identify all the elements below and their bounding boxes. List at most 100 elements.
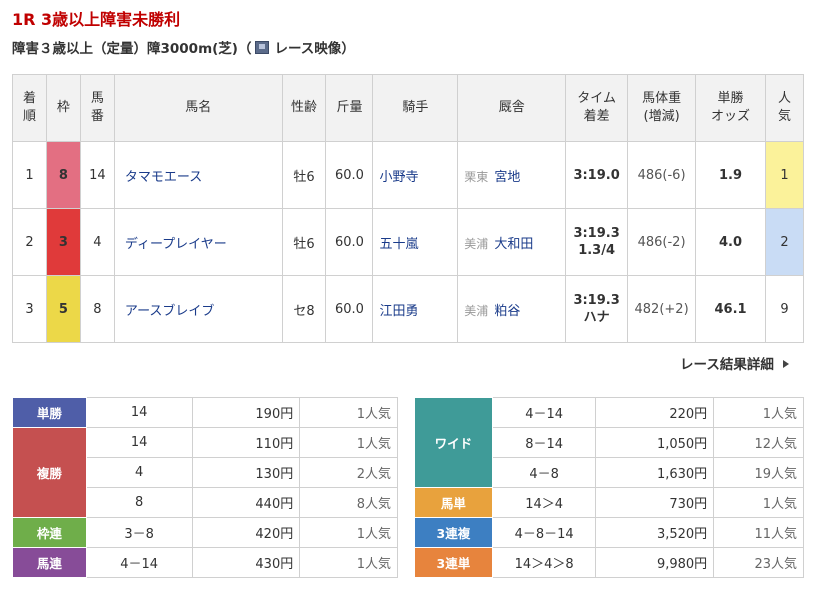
payout-label-fukusho: 複勝 <box>12 427 87 518</box>
header-popularity: 人気 <box>764 74 805 142</box>
jockey-cell: 江田勇 <box>372 275 459 343</box>
rank-cell: 2 <box>12 208 47 276</box>
result-row: 3 5 8 アースブレイブ セ8 60.0 江田勇 美浦 粕谷 3:19.3 ハナ … <box>12 275 805 343</box>
waku-cell: 5 <box>45 275 81 343</box>
payout-label-sanrentan: 3連単 <box>414 547 493 578</box>
header-jockey: 騎手 <box>372 74 459 142</box>
payout-row-sanrenpuku: 3連複 4－8－14 3,520円 11人気 <box>414 517 804 548</box>
payout-row-fukusho: 複勝 14 110円 1人気 <box>12 427 398 518</box>
horse-name-cell: ディープレイヤー <box>113 208 283 276</box>
header-sex-age: 性齢 <box>281 74 327 142</box>
header-umaban: 馬番 <box>79 74 115 142</box>
payout-combo: 14＞4＞8 <box>491 547 597 578</box>
payout-popularity: 11人気 <box>713 517 804 548</box>
payout-combo: 4－14 <box>85 547 193 578</box>
payout-label-sanrenpuku: 3連複 <box>414 517 493 548</box>
stable-cell: 栗東 宮地 <box>457 141 567 209</box>
race-conditions-text: 障害３歳以上（定量）障3000m(芝)（ <box>12 41 252 57</box>
payout-yen: 220円 <box>595 397 715 428</box>
payout-yen: 110円 <box>191 427 301 458</box>
payout-label-umaren: 馬連 <box>12 547 87 578</box>
triangle-right-icon <box>782 360 789 368</box>
payout-popularity: 1人気 <box>299 397 398 428</box>
time-cell: 3:19.3 1.3/4 <box>565 208 629 276</box>
payout-popularity: 1人気 <box>299 517 398 548</box>
header-weight: 斤量 <box>325 74 374 142</box>
payout-label-umatan: 馬単 <box>414 487 493 518</box>
trainer-link[interactable]: 大和田 <box>494 237 533 252</box>
payout-label-tansho: 単勝 <box>12 397 87 428</box>
payout-popularity: 12人気 <box>713 427 804 458</box>
payout-yen: 9,980円 <box>595 547 715 578</box>
header-waku: 枠 <box>45 74 81 142</box>
payout-label-wide: ワイド <box>414 397 493 488</box>
payout-label-wakuren: 枠連 <box>12 517 87 548</box>
jockey-link[interactable]: 五十嵐 <box>379 237 418 252</box>
horse-name-link[interactable]: アースブレイブ <box>125 304 215 319</box>
horse-name-link[interactable]: タマモエース <box>125 170 202 185</box>
payout-yen: 1,630円 <box>595 457 715 488</box>
payout-row-wakuren: 枠連 3－8 420円 1人気 <box>12 517 398 548</box>
payout-popularity: 19人気 <box>713 457 804 488</box>
body-weight-cell: 482(+2) <box>627 275 697 343</box>
odds-cell: 4.0 <box>695 208 766 276</box>
payout-combo: 14 <box>85 427 193 458</box>
rank-cell: 3 <box>12 275 47 343</box>
payout-popularity: 1人気 <box>299 547 398 578</box>
header-stable: 厩舎 <box>457 74 567 142</box>
stable-cell: 美浦 大和田 <box>457 208 567 276</box>
payout-yen: 190円 <box>191 397 301 428</box>
payout-combo: 4－8 <box>491 457 597 488</box>
jockey-link[interactable]: 小野寺 <box>379 170 418 185</box>
race-conditions: 障害３歳以上（定量）障3000m(芝)（ レース映像 ） <box>12 37 355 57</box>
header-odds: 単勝 オッズ <box>695 74 766 142</box>
payout-combo: 4 <box>85 457 193 488</box>
payout-popularity: 1人気 <box>713 397 804 428</box>
results-header-row: 着順 枠 馬番 馬名 性齢 斤量 騎手 厩舎 タイム 着差 馬体重 (増減) 単勝オ… <box>12 74 805 142</box>
waku-cell: 8 <box>45 141 81 209</box>
sex-age-cell: セ8 <box>281 275 327 343</box>
payout-combo: 4－8－14 <box>491 517 597 548</box>
odds-cell: 46.1 <box>695 275 766 343</box>
header-horse-name: 馬名 <box>113 74 283 142</box>
time-cell: 3:19.3 ハナ <box>565 275 629 343</box>
popularity-cell: 9 <box>764 275 805 343</box>
race-video-link[interactable]: レース映像 <box>251 37 341 57</box>
payout-yen: 730円 <box>595 487 715 518</box>
payout-popularity: 2人気 <box>299 457 398 488</box>
rank-cell: 1 <box>12 141 47 209</box>
odds-cell: 1.9 <box>695 141 766 209</box>
payout-combo: 8－14 <box>491 427 597 458</box>
trainer-link[interactable]: 宮地 <box>494 170 520 185</box>
race-conditions-close: ） <box>341 41 355 57</box>
horse-name-cell: タマモエース <box>113 141 283 209</box>
payout-combo: 14 <box>85 397 193 428</box>
stable-cell: 美浦 粕谷 <box>457 275 567 343</box>
payout-table-right: ワイド 4－14 220円 1人気 8－14 1,050円 12人気 4－8 1… <box>414 397 804 578</box>
trainer-link[interactable]: 粕谷 <box>494 304 520 319</box>
payout-popularity: 1人気 <box>713 487 804 518</box>
weight-cell: 60.0 <box>325 141 374 209</box>
header-rank: 着順 <box>12 74 47 142</box>
detail-link-label: レース結果詳細 <box>680 357 774 373</box>
payout-yen: 130円 <box>191 457 301 488</box>
race-video-label: レース映像 <box>274 41 342 57</box>
stable-region: 美浦 <box>464 236 489 251</box>
payout-popularity: 8人気 <box>299 487 398 518</box>
sex-age-cell: 牡6 <box>281 208 327 276</box>
race-result-detail-link[interactable]: レース結果詳細 <box>680 353 789 373</box>
payout-popularity: 23人気 <box>713 547 804 578</box>
payout-popularity: 1人気 <box>299 427 398 458</box>
popularity-cell: 2 <box>764 208 805 276</box>
payout-yen: 3,520円 <box>595 517 715 548</box>
result-row: 2 3 4 ディープレイヤー 牡6 60.0 五十嵐 美浦 大和田 3:19.3 1… <box>12 208 805 276</box>
weight-cell: 60.0 <box>325 275 374 343</box>
payout-row-umatan: 馬単 14＞4 730円 1人気 <box>414 487 804 518</box>
jockey-link[interactable]: 江田勇 <box>379 304 418 319</box>
payout-table-left: 単勝 14 190円 1人気 複勝 14 110円 1人気 4 130円 2人気… <box>12 397 398 578</box>
umaban-cell: 8 <box>79 275 115 343</box>
payout-yen: 1,050円 <box>595 427 715 458</box>
header-body-weight: 馬体重 (増減) <box>627 74 697 142</box>
horse-name-link[interactable]: ディープレイヤー <box>125 237 227 252</box>
payout-row-tansho: 単勝 14 190円 1人気 <box>12 397 398 428</box>
